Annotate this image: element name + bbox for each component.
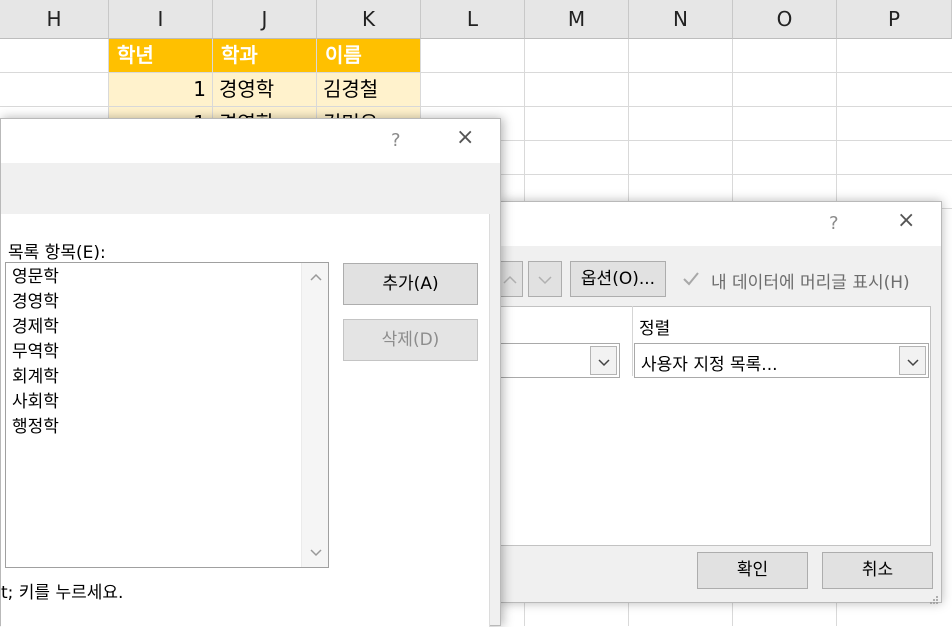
close-icon[interactable]: × [456,125,474,150]
column-header-m[interactable]: M [525,0,629,39]
column-header-j[interactable]: J [213,0,317,39]
list-item[interactable]: 사회학 [8,390,300,415]
hint-text: t; 키를 누르세요. [1,583,124,603]
help-button[interactable]: ? [829,213,839,234]
list-item[interactable]: 회계학 [8,365,300,390]
list-entries-label: 목록 항목(E): [8,243,106,263]
divider [632,306,633,376]
column-header-n[interactable]: N [629,0,733,39]
custom-lists-titlebar [1,119,500,163]
cancel-button[interactable]: 취소 [822,552,933,589]
custom-lists-dialog: ? × 목록 항목(E): 영문학 경영학 경제학 무역학 회계학 사회학 행정… [0,118,501,627]
sort-on-dropdown[interactable] [499,343,620,378]
list-item[interactable]: 경영학 [8,290,300,315]
header-cell-grade[interactable]: 학년 [109,39,212,72]
chevron-down-icon [538,276,552,285]
column-header-o[interactable]: O [733,0,837,39]
order-value: 사용자 지정 목록... [641,355,778,375]
cell-dept[interactable]: 경영학 [213,73,316,106]
column-header-l[interactable]: L [421,0,525,39]
delete-button[interactable]: 삭제(D) [343,319,478,361]
order-dropdown[interactable]: 사용자 지정 목록... [634,343,929,378]
move-down-button[interactable] [528,261,562,297]
column-header-k[interactable]: K [317,0,421,39]
list-entries-box[interactable]: 영문학 경영학 경제학 무역학 회계학 사회학 행정학 [5,262,329,568]
close-icon[interactable]: × [897,208,915,233]
add-button[interactable]: 추가(A) [343,263,478,305]
column-header-p[interactable]: P [837,0,952,39]
help-button[interactable]: ? [391,130,401,151]
resize-grip-icon[interactable] [929,590,939,604]
list-item[interactable]: 영문학 [8,265,300,290]
column-header-i[interactable]: I [109,0,213,39]
chevron-down-icon [899,346,926,375]
chevron-up-icon [503,275,517,284]
list-item[interactable]: 무역학 [8,340,300,365]
cell-name[interactable]: 김경철 [317,73,420,106]
list-item[interactable]: 행정학 [8,415,300,440]
chevron-down-icon [590,346,617,375]
checkmark-icon [683,272,699,286]
list-item[interactable]: 경제학 [8,315,300,340]
list-scrollbar[interactable] [301,263,328,567]
scroll-up-icon[interactable] [302,265,329,289]
has-headers-checkbox[interactable] [680,268,702,290]
ok-button[interactable]: 확인 [697,552,808,589]
has-headers-label: 내 데이터에 머리글 표시(H) [711,273,910,293]
options-button[interactable]: 옵션(O)... [570,261,666,297]
column-header-order: 정렬 [639,319,671,339]
header-cell-name[interactable]: 이름 [317,39,420,72]
column-header-h[interactable]: H [0,0,109,39]
sort-levels-grid [501,306,931,546]
list-entries: 영문학 경영학 경제학 무역학 회계학 사회학 행정학 [8,265,300,440]
sort-dialog: ? × 옵션(O)... 내 데이터에 머리글 표시(H) 정렬 사용자 지정 … [495,201,942,604]
header-cell-dept[interactable]: 학과 [213,39,316,72]
cell-grade[interactable]: 1 [109,73,212,106]
scroll-down-icon[interactable] [302,541,329,565]
sort-dialog-titlebar [501,202,941,246]
